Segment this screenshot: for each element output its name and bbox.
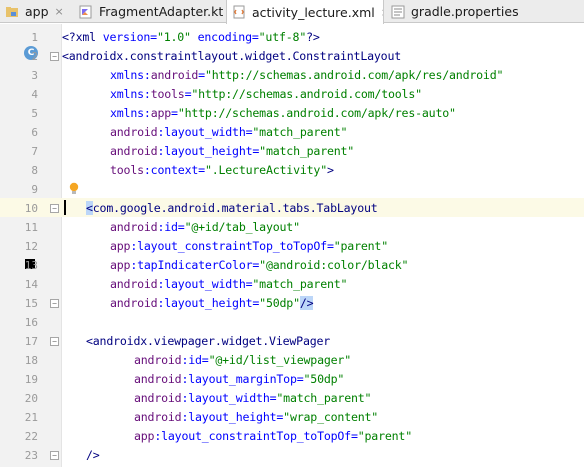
kotlin-file-icon [79, 5, 93, 19]
line-number: 20 [24, 392, 38, 405]
line-number: 9 [31, 183, 38, 196]
line-number: 7 [31, 145, 38, 158]
code-line[interactable]: 23 − /> [0, 446, 584, 465]
code-line[interactable]: 12 app:layout_constraintTop_toTopOf="par… [0, 237, 584, 256]
code-line[interactable]: 8 tools:context=".LectureActivity"> [0, 161, 584, 180]
code-line[interactable]: 22 app:layout_constraintTop_toTopOf="par… [0, 427, 584, 446]
tab-app[interactable]: app × [0, 0, 74, 23]
tab-activity-lecture[interactable]: activity_lecture.xml × [226, 0, 384, 24]
line-number: 22 [24, 430, 38, 443]
code-line[interactable]: 9 [0, 180, 584, 199]
code-text: app:tapIndicaterColor="@android:color/bl… [110, 258, 409, 272]
line-number: 19 [24, 373, 38, 386]
editor-tab-bar: app × FragmentAdapter.kt × activity_lect… [0, 0, 584, 24]
line-number: 12 [24, 240, 38, 253]
code-line[interactable]: 14 android:layout_width="match_parent" [0, 275, 584, 294]
line-number: 4 [31, 88, 38, 101]
code-line[interactable]: 6 android:layout_width="match_parent" [0, 123, 584, 142]
code-text: android:layout_width="match_parent" [134, 391, 372, 405]
code-line[interactable]: 17 − <androidx.viewpager.widget.ViewPage… [0, 332, 584, 351]
line-number: 17 [24, 335, 38, 348]
code-text: android:layout_width="match_parent" [110, 277, 348, 291]
code-text: xmlns:android="http://schemas.android.co… [110, 68, 504, 82]
line-number: 14 [24, 278, 38, 291]
tab-label: activity_lecture.xml [252, 4, 375, 20]
code-text: xmlns:tools="http://schemas.android.com/… [110, 87, 422, 101]
code-text: app:layout_constraintTop_toTopOf="parent… [110, 239, 388, 253]
line-number: 11 [24, 221, 38, 234]
code-line[interactable]: 11 android:id="@+id/tab_layout" [0, 218, 584, 237]
line-number: 5 [31, 107, 38, 120]
line-number: 21 [24, 411, 38, 424]
tab-fragmentadapter[interactable]: FragmentAdapter.kt × [74, 0, 224, 23]
line-number: 10 [24, 202, 38, 215]
module-folder-icon [5, 5, 19, 19]
code-line[interactable]: 5 xmlns:app="http://schemas.android.com/… [0, 104, 584, 123]
code-line[interactable]: 19 android:layout_marginTop="50dp" [0, 370, 584, 389]
code-line[interactable]: 21 android:layout_height="wrap_content" [0, 408, 584, 427]
fold-toggle-icon[interactable]: − [50, 299, 59, 308]
code-text: android:layout_width="match_parent" [110, 125, 348, 139]
code-line[interactable]: 3 xmlns:android="http://schemas.android.… [0, 66, 584, 85]
code-text: tools:context=".LectureActivity"> [110, 163, 334, 177]
line-number: 16 [24, 316, 38, 329]
xml-file-icon [232, 5, 246, 19]
code-text: <androidx.viewpager.widget.ViewPager [86, 334, 331, 348]
code-line[interactable]: 16 [0, 313, 584, 332]
gradle-file-icon [391, 5, 405, 19]
close-icon[interactable]: × [55, 5, 64, 18]
code-text: android:layout_height="50dp"/> [110, 296, 314, 310]
code-line[interactable]: 2 − <androidx.constraintlayout.widget.Co… [0, 47, 584, 66]
line-number: 18 [24, 354, 38, 367]
line-number: 8 [31, 164, 38, 177]
code-line[interactable]: 13 app:tapIndicaterColor="@android:color… [0, 256, 584, 275]
code-line[interactable]: 18 android:id="@+id/list_viewpager" [0, 351, 584, 370]
code-text: android:layout_height="match_parent" [110, 144, 355, 158]
code-line[interactable]: 4 xmlns:tools="http://schemas.android.co… [0, 85, 584, 104]
code-text: xmlns:app="http://schemas.android.com/ap… [110, 106, 456, 120]
code-line[interactable]: 7 android:layout_height="match_parent" [0, 142, 584, 161]
close-icon[interactable]: × [381, 6, 383, 19]
fold-toggle-icon[interactable]: − [50, 204, 59, 213]
code-text: <?xml version="1.0" encoding="utf-8"?> [62, 30, 320, 44]
line-number: 2 [31, 50, 38, 63]
tab-gradle-properties[interactable]: gradle.properties [386, 0, 584, 23]
line-number: 15 [24, 297, 38, 310]
fold-toggle-icon[interactable]: − [50, 52, 59, 61]
code-text: <com.google.android.material.tabs.TabLay… [86, 201, 378, 215]
code-line[interactable]: 20 android:layout_width="match_parent" [0, 389, 584, 408]
code-text: app:layout_constraintTop_toTopOf="parent… [134, 429, 412, 443]
fold-toggle-icon[interactable]: − [50, 337, 59, 346]
code-line[interactable]: 1 <?xml version="1.0" encoding="utf-8"?> [0, 28, 584, 47]
code-text: /> [86, 448, 100, 462]
fold-toggle-icon[interactable]: − [50, 451, 59, 460]
line-number: 3 [31, 69, 38, 82]
code-line[interactable]: 15 − android:layout_height="50dp"/> [0, 294, 584, 313]
code-text: android:id="@+id/list_viewpager" [134, 353, 351, 367]
code-text: android:id="@+id/tab_layout" [110, 220, 300, 234]
line-number: 6 [31, 126, 38, 139]
code-line-current[interactable]: 10 − <com.google.android.material.tabs.T… [0, 199, 584, 218]
code-text: <androidx.constraintlayout.widget.Constr… [62, 49, 402, 63]
line-number: 1 [31, 31, 38, 44]
tab-label: gradle.properties [411, 4, 519, 19]
tab-label: app [25, 4, 49, 19]
line-number: 23 [24, 449, 38, 462]
tab-label: FragmentAdapter.kt [99, 4, 224, 19]
line-number: 13 [24, 259, 38, 272]
code-text: android:layout_height="wrap_content" [134, 410, 379, 424]
code-text: android:layout_marginTop="50dp" [134, 372, 345, 386]
